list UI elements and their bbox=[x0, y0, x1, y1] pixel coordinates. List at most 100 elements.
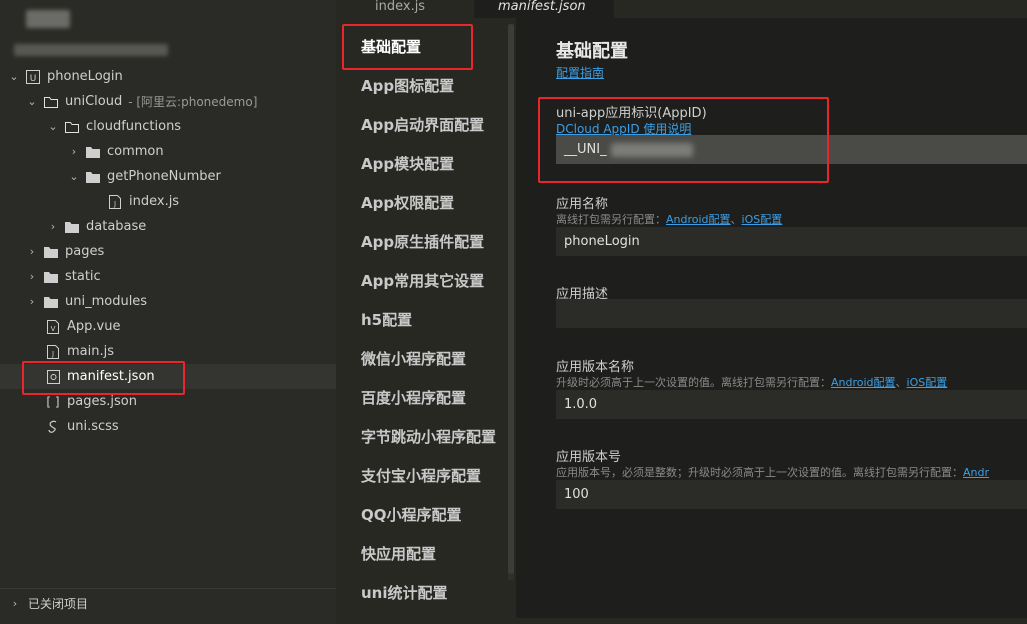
app-name-value: phoneLogin bbox=[564, 234, 640, 249]
nav-item-baidu-mp[interactable]: 百度小程序配置 bbox=[361, 387, 466, 408]
nav-item-quickapp[interactable]: 快应用配置 bbox=[361, 543, 436, 564]
chevron-down-icon[interactable]: ⌄ bbox=[8, 70, 20, 83]
nav-item-app-permissions[interactable]: App权限配置 bbox=[361, 192, 454, 213]
app-desc-input[interactable] bbox=[556, 299, 1027, 328]
hint-text: 应用版本号，必须是整数；升级时必须高于上一次设置的值。离线打包需另行配置： bbox=[556, 466, 963, 479]
version-code-input[interactable]: 100 bbox=[556, 480, 1027, 509]
chevron-right-icon[interactable]: › bbox=[26, 295, 38, 308]
tree-label: getPhoneNumber bbox=[107, 169, 221, 184]
blurred-header-line bbox=[14, 44, 168, 56]
hint-text: 升级时必须高于上一次设置的值。离线打包需另行配置： bbox=[556, 376, 831, 389]
nav-item-h5[interactable]: h5配置 bbox=[361, 309, 412, 330]
tree-label: phoneLogin bbox=[47, 69, 123, 84]
svg-text:V: V bbox=[51, 325, 56, 333]
tab-index-js[interactable]: index.js bbox=[336, 0, 474, 18]
tree-label: common bbox=[107, 144, 164, 159]
tree-file-mainjs[interactable]: J main.js bbox=[0, 339, 336, 364]
nav-item-weixin-mp[interactable]: 微信小程序配置 bbox=[361, 348, 466, 369]
tree-file-pagesjson[interactable]: [ ] pages.json bbox=[0, 389, 336, 414]
nav-item-toutiao-mp[interactable]: 字节跳动小程序配置 bbox=[361, 426, 496, 447]
basic-config-form: 基础配置 配置指南 uni-app应用标识(AppID) DCloud AppI… bbox=[516, 18, 1027, 624]
appid-value: __UNI_ bbox=[564, 142, 607, 157]
chevron-down-icon[interactable]: ⌄ bbox=[68, 170, 80, 183]
closed-projects-label: 已关闭项目 bbox=[28, 597, 89, 611]
tree-folder-database[interactable]: › database bbox=[0, 214, 336, 239]
app-name-input[interactable]: phoneLogin bbox=[556, 227, 1027, 256]
tree-file-manifestjson[interactable]: manifest.json bbox=[0, 364, 336, 389]
tree-label: static bbox=[65, 269, 101, 284]
tree-file-indexjs[interactable]: J index.js bbox=[0, 189, 336, 214]
appid-redacted bbox=[610, 142, 693, 157]
app-name-hint: 离线打包需另行配置：Android配置、iOS配置 bbox=[556, 211, 782, 227]
hint-text: 离线打包需另行配置： bbox=[556, 213, 666, 226]
tree-file-uniscss[interactable]: uni.scss bbox=[0, 414, 336, 439]
tree-file-appvue[interactable]: V App.vue bbox=[0, 314, 336, 339]
android-config-link[interactable]: Andr bbox=[963, 466, 989, 479]
settings-file-icon bbox=[46, 369, 60, 384]
folder-icon bbox=[86, 170, 100, 184]
nav-item-app-other-settings[interactable]: App常用其它设置 bbox=[361, 270, 484, 291]
tree-label: App.vue bbox=[67, 319, 121, 334]
config-guide-link[interactable]: 配置指南 bbox=[556, 64, 604, 81]
bottom-strip bbox=[336, 618, 1027, 624]
vue-file-icon: V bbox=[46, 319, 60, 334]
nav-item-basic[interactable]: 基础配置 bbox=[361, 36, 421, 57]
ios-config-link[interactable]: iOS配置 bbox=[742, 213, 783, 226]
chevron-right-icon[interactable]: › bbox=[26, 245, 38, 258]
version-code-value: 100 bbox=[564, 487, 589, 502]
tree-label: uni_modules bbox=[65, 294, 148, 309]
scss-file-icon bbox=[46, 420, 60, 434]
closed-projects-section[interactable]: › 已关闭项目 bbox=[0, 588, 336, 618]
tree-folder-static[interactable]: › static bbox=[0, 264, 336, 289]
folder-icon bbox=[86, 145, 100, 159]
nav-item-alipay-mp[interactable]: 支付宝小程序配置 bbox=[361, 465, 481, 486]
folder-icon bbox=[44, 245, 58, 259]
version-code-hint: 应用版本号，必须是整数；升级时必须高于上一次设置的值。离线打包需另行配置：And… bbox=[556, 464, 989, 480]
tree-project-phonelogin[interactable]: ⌄ U phoneLogin bbox=[0, 64, 336, 89]
chevron-down-icon[interactable]: ⌄ bbox=[26, 95, 38, 108]
chevron-right-icon[interactable]: › bbox=[9, 597, 21, 610]
tree-label: uni.scss bbox=[67, 419, 119, 434]
cloud-folder-icon bbox=[44, 95, 58, 109]
folder-open-icon bbox=[65, 120, 79, 134]
tree-folder-pages[interactable]: › pages bbox=[0, 239, 336, 264]
android-config-link[interactable]: Android配置 bbox=[666, 213, 731, 226]
nav-scrollbar[interactable] bbox=[508, 24, 514, 574]
tree-label: manifest.json bbox=[67, 369, 155, 384]
tree-folder-common[interactable]: › common bbox=[0, 139, 336, 164]
js-file-icon: J bbox=[46, 344, 60, 359]
tree-folder-unicloud[interactable]: ⌄ uniCloud - [阿里云:phonedemo] bbox=[0, 89, 336, 114]
nav-item-uni-stat[interactable]: uni统计配置 bbox=[361, 582, 448, 603]
tab-label: index.js bbox=[375, 0, 426, 14]
nav-item-app-native-plugins[interactable]: App原生插件配置 bbox=[361, 231, 484, 252]
svg-text:U: U bbox=[30, 74, 37, 84]
folder-icon bbox=[44, 295, 58, 309]
version-name-input[interactable]: 1.0.0 bbox=[556, 390, 1027, 419]
appid-field[interactable]: __UNI_ bbox=[556, 135, 1027, 164]
tree-label: cloudfunctions bbox=[86, 119, 182, 134]
version-code-label: 应用版本号 bbox=[556, 450, 622, 465]
chevron-right-icon[interactable]: › bbox=[26, 270, 38, 283]
chevron-down-icon[interactable]: ⌄ bbox=[47, 120, 59, 133]
android-config-link[interactable]: Android配置 bbox=[831, 376, 896, 389]
tree-folder-getphonenumber[interactable]: ⌄ getPhoneNumber bbox=[0, 164, 336, 189]
tab-manifest-json[interactable]: manifest.json bbox=[474, 0, 614, 18]
tree-folder-cloudfunctions[interactable]: ⌄ cloudfunctions bbox=[0, 114, 336, 139]
nav-item-app-modules[interactable]: App模块配置 bbox=[361, 153, 454, 174]
manifest-settings-nav: 基础配置 App图标配置 App启动界面配置 App模块配置 App权限配置 A… bbox=[336, 18, 516, 624]
tree-label: pages bbox=[65, 244, 105, 259]
tree-label: index.js bbox=[129, 194, 180, 209]
tree-label: database bbox=[86, 219, 147, 234]
ios-config-link[interactable]: iOS配置 bbox=[907, 376, 948, 389]
tree-meta: - [阿里云:phonedemo] bbox=[128, 95, 258, 109]
tree-label: uniCloud bbox=[65, 94, 123, 109]
folder-icon bbox=[65, 220, 79, 234]
uniapp-project-icon: U bbox=[26, 69, 40, 84]
nav-item-app-icon[interactable]: App图标配置 bbox=[361, 75, 454, 96]
nav-item-app-splash[interactable]: App启动界面配置 bbox=[361, 114, 484, 135]
tree-folder-uni-modules[interactable]: › uni_modules bbox=[0, 289, 336, 314]
nav-item-qq-mp[interactable]: QQ小程序配置 bbox=[361, 504, 462, 525]
version-name-value: 1.0.0 bbox=[564, 397, 598, 412]
chevron-right-icon[interactable]: › bbox=[68, 145, 80, 158]
chevron-right-icon[interactable]: › bbox=[47, 220, 59, 233]
